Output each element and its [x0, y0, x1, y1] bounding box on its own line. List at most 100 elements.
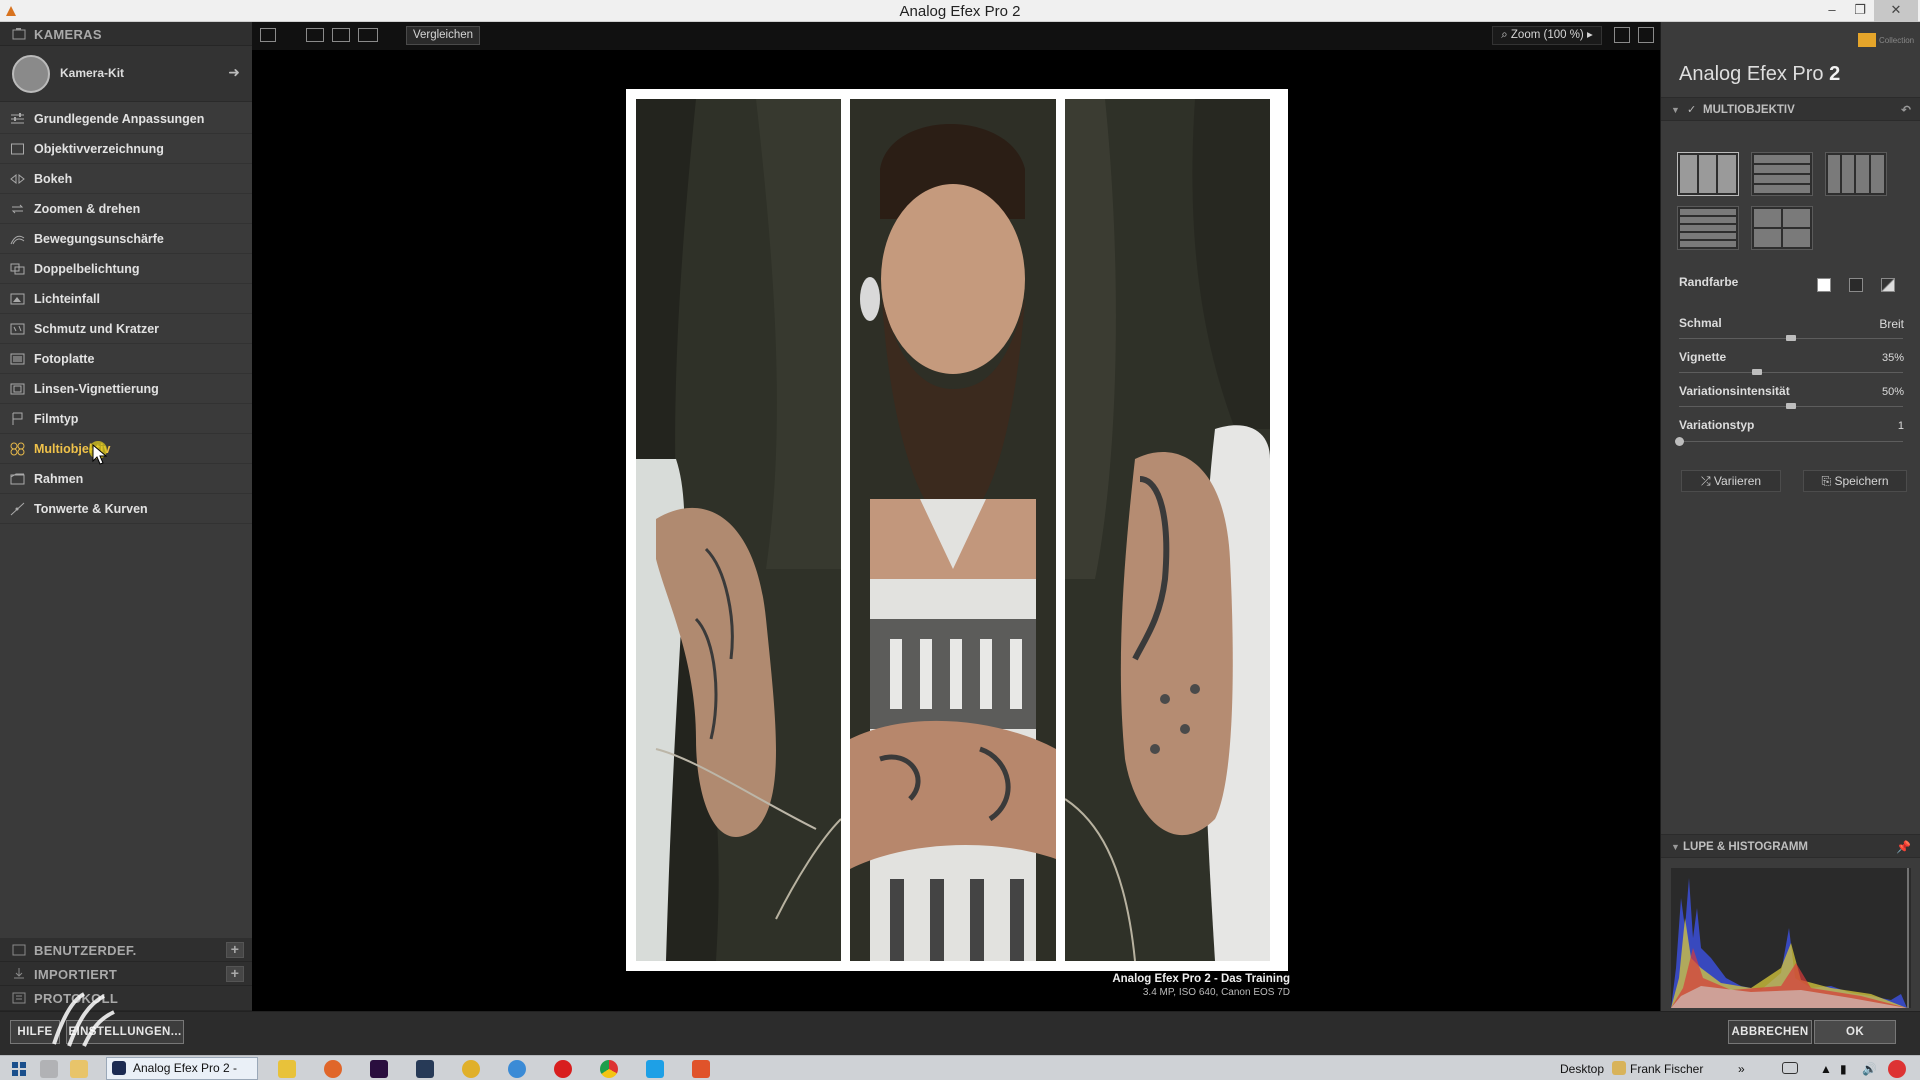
taskbar-active-app[interactable]: Analog Efex Pro 2 - D... [106, 1057, 258, 1080]
menu-item-label: Tonwerte & Kurven [34, 502, 148, 516]
layout-four-vertical-icon [1828, 155, 1884, 193]
lens-vignette-icon [10, 383, 25, 395]
menu-item-fotoplatte[interactable]: Fotoplatte [0, 344, 252, 374]
benutzerdef-header[interactable]: BENUTZERDEF. + [0, 938, 252, 962]
loupe-toggle-icon[interactable] [1614, 27, 1630, 43]
training-logo-watermark-icon [52, 992, 115, 1047]
multiobjektiv-section-header[interactable]: ▼ ✓ MULTIOBJEKTIV ↶ [1661, 97, 1920, 121]
internet-explorer-icon[interactable] [508, 1060, 526, 1078]
layout-five-horizontal-thumb[interactable] [1677, 206, 1739, 250]
menu-item-schmutz-kratzer[interactable]: Schmutz und Kratzer [0, 314, 252, 344]
vignette-slider[interactable] [1679, 372, 1903, 373]
variationsintensitaet-value: 50% [1881, 386, 1904, 398]
breit-label: Breit [1879, 317, 1904, 331]
menu-item-label: Fotoplatte [34, 352, 95, 366]
desktop-toolbar-label[interactable]: Desktop [1560, 1062, 1604, 1076]
menu-item-doppelbelichtung[interactable]: Doppelbelichtung [0, 254, 252, 284]
lens-distortion-icon [11, 143, 24, 155]
reset-icon[interactable]: ↶ [1901, 103, 1911, 117]
background-toggle-icon[interactable] [1638, 27, 1654, 43]
protokoll-header[interactable]: PROTOKOLL [0, 986, 252, 1011]
menu-item-bewegungsunschaerfe[interactable]: Bewegungsunschärfe [0, 224, 252, 254]
image-canvas[interactable]: Analog Efex Pro 2 - Das Training 3.4 MP,… [252, 50, 1660, 1011]
menu-item-rahmen[interactable]: Rahmen [0, 464, 252, 494]
skype-icon[interactable] [646, 1060, 664, 1078]
ok-button[interactable]: OK [1814, 1020, 1896, 1044]
firefox-icon[interactable] [324, 1060, 342, 1078]
zoom-rotate-icon [11, 204, 24, 214]
taskbar-active-app-label: Analog Efex Pro 2 - D... [133, 1061, 238, 1075]
schmal-label: Schmal [1679, 316, 1722, 330]
menu-item-objektivverzeichnung[interactable]: Objektivverzeichnung [0, 134, 252, 164]
border-width-slider-handle[interactable] [1786, 335, 1796, 341]
menu-item-linsen-vignettierung[interactable]: Linsen-Vignettierung [0, 374, 252, 404]
menu-item-tonwerte-kurven[interactable]: Tonwerte & Kurven [0, 494, 252, 524]
pin-icon[interactable]: 📌 [1896, 840, 1911, 854]
app-icon[interactable] [462, 1060, 480, 1078]
document-app-icon[interactable] [692, 1060, 710, 1078]
menu-item-multiobjektiv[interactable]: Multiobjektiv [0, 434, 252, 464]
windows-start-icon[interactable] [10, 1060, 28, 1078]
notification-alert-icon[interactable] [1888, 1060, 1906, 1078]
split-view-icon[interactable] [332, 28, 350, 42]
keyboard-icon[interactable] [1782, 1062, 1798, 1074]
vergleichen-button[interactable]: Vergleichen [406, 26, 480, 45]
lightroom-icon[interactable] [416, 1060, 434, 1078]
close-button[interactable]: ✕ [1874, 0, 1918, 22]
histogram-graph [1671, 868, 1909, 1008]
variationstyp-slider-handle[interactable] [1674, 437, 1684, 446]
border-color-white-swatch[interactable] [1817, 278, 1831, 292]
menu-item-zoomen-drehen[interactable]: Zoomen & drehen [0, 194, 252, 224]
speichern-label: Speichern [1834, 474, 1889, 488]
tray-expand-icon[interactable]: ▲ [1820, 1062, 1832, 1076]
network-icon[interactable]: ▮ [1840, 1062, 1847, 1076]
kamera-kit-row[interactable]: Kamera-Kit ➜ [0, 46, 252, 102]
border-color-black-swatch[interactable] [1849, 278, 1863, 292]
kameras-header[interactable]: KAMERAS [0, 22, 252, 46]
toggle-browser-icon[interactable] [260, 28, 276, 42]
menu-item-lichteinfall[interactable]: Lichteinfall [0, 284, 252, 314]
lupe-histogramm-label: LUPE & HISTOGRAMM [1683, 841, 1809, 853]
collapse-triangle-icon[interactable]: ▼ [1671, 842, 1680, 852]
variationstyp-slider[interactable] [1679, 441, 1903, 442]
layout-grid-icon [1754, 209, 1810, 247]
variationsintensitaet-slider-handle[interactable] [1786, 403, 1796, 409]
file-explorer-icon[interactable] [70, 1060, 88, 1078]
border-color-picker-icon[interactable] [1881, 278, 1895, 292]
lupe-histogramm-section-header[interactable]: ▼ LUPE & HISTOGRAMM 📌 [1661, 834, 1920, 858]
side-by-side-view-icon[interactable] [358, 28, 378, 42]
volume-icon[interactable]: 🔊 [1862, 1062, 1877, 1076]
history-icon [12, 992, 26, 1004]
menu-item-bokeh[interactable]: Bokeh [0, 164, 252, 194]
premiere-icon[interactable] [370, 1060, 388, 1078]
layout-four-vertical-thumb[interactable] [1825, 152, 1887, 196]
vignette-slider-handle[interactable] [1752, 369, 1763, 375]
layout-grid-thumb[interactable] [1751, 206, 1813, 250]
chrome-icon[interactable] [600, 1060, 618, 1078]
norton-icon[interactable] [278, 1060, 296, 1078]
layout-three-vertical-thumb[interactable] [1677, 152, 1739, 196]
minimize-button[interactable]: – [1818, 0, 1846, 22]
record-icon[interactable] [554, 1060, 572, 1078]
menu-item-filmtyp[interactable]: Filmtyp [0, 404, 252, 434]
arrow-right-icon[interactable]: ➜ [228, 64, 240, 81]
chevron-more-icon[interactable]: » [1738, 1062, 1745, 1076]
import-preset-button[interactable]: + [226, 966, 244, 982]
single-view-icon[interactable] [306, 28, 324, 42]
abbrechen-button[interactable]: ABBRECHEN [1728, 1020, 1812, 1044]
restore-button[interactable]: ❐ [1846, 0, 1874, 22]
add-preset-button[interactable]: + [226, 942, 244, 958]
menu-item-grundlegende-anpassungen[interactable]: Grundlegende Anpassungen [0, 104, 252, 134]
zoom-dropdown[interactable]: ⌕ Zoom (100 %) ▸ [1492, 26, 1602, 45]
checkmark-icon[interactable]: ✓ [1687, 103, 1696, 116]
menu-item-label: Objektivverzeichnung [34, 142, 164, 156]
layout-four-horizontal-thumb[interactable] [1751, 152, 1813, 196]
variationsintensitaet-label: Variationsintensität [1679, 384, 1790, 398]
variieren-button[interactable]: ⤮ Variieren [1681, 470, 1781, 492]
window-title: Analog Efex Pro 2 [899, 3, 1021, 20]
collapse-triangle-icon[interactable]: ▼ [1671, 105, 1680, 115]
importiert-header[interactable]: IMPORTIERT + [0, 962, 252, 986]
user-toolbar-label[interactable]: Frank Fischer [1630, 1062, 1703, 1076]
sliders-icon [11, 113, 24, 124]
speichern-button[interactable]: ⎘ Speichern [1803, 470, 1907, 492]
